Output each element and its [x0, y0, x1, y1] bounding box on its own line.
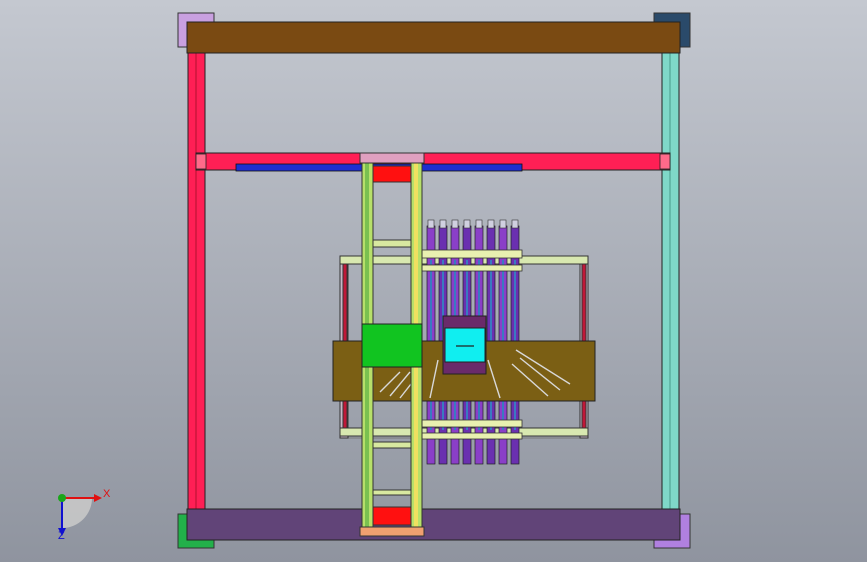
z-axis-label: Z [58, 530, 65, 542]
x-axis-label: X [103, 488, 111, 500]
bottom-beam [186, 508, 681, 541]
rod-cap [439, 219, 447, 229]
rod-cap [463, 219, 471, 229]
rod-cap [475, 219, 483, 229]
cad-viewport[interactable]: X Z [0, 0, 867, 562]
rod-cap [511, 219, 519, 229]
green-tool-block [361, 323, 423, 368]
rod-cap [427, 219, 435, 229]
rod-cap [451, 219, 459, 229]
rod-cap [487, 219, 495, 229]
top-beam [186, 21, 681, 54]
cad-model-view[interactable] [0, 0, 867, 562]
cross-beam-end-left [195, 153, 207, 170]
cross-beam-end-right [659, 153, 671, 170]
center-cyan-block [444, 327, 486, 363]
rod-cap [499, 219, 507, 229]
